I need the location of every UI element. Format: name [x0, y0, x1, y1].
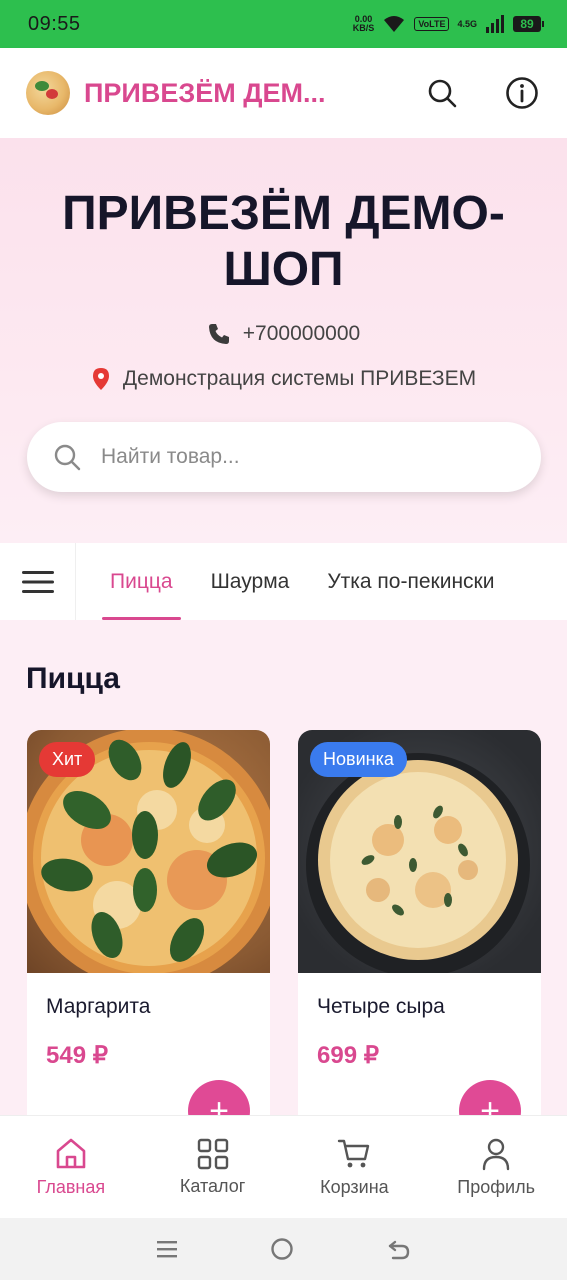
status-icons: 0.00 KB/S VoLTE 4.5G 89	[352, 14, 544, 34]
bottom-nav: Главная Каталог Корзина Профиль	[0, 1115, 567, 1218]
app-title[interactable]: ПРИВЕЗЁМ ДЕМ...	[84, 78, 374, 109]
network-type: 4.5G	[457, 18, 477, 29]
shop-logo[interactable]	[26, 71, 70, 115]
status-bar: 09:55 0.00 KB/S VoLTE 4.5G 89	[0, 0, 567, 48]
info-button[interactable]	[503, 74, 541, 112]
hamburger-icon	[21, 570, 54, 593]
shop-phone[interactable]: +700000000	[0, 322, 567, 346]
search-icon	[54, 444, 81, 471]
category-nav: Пицца Шаурма Утка по-пекински	[0, 543, 567, 620]
nav-cart[interactable]: Корзина	[284, 1116, 426, 1218]
nav-home-label: Главная	[36, 1176, 106, 1197]
tab-peking-duck[interactable]: Утка по-пекински	[319, 543, 502, 620]
hit-badge: Хит	[39, 742, 96, 777]
network-speed: 0.00 KB/S	[352, 14, 375, 33]
nav-profile[interactable]: Профиль	[425, 1116, 567, 1218]
section-title: Пицца	[26, 662, 120, 695]
wifi-icon	[384, 16, 405, 32]
shop-address: Демонстрация системы ПРИВЕЗЕМ	[0, 367, 567, 391]
product-name: Четыре сыра	[317, 995, 445, 1018]
status-time: 09:55	[28, 12, 81, 35]
product-price: 699 ₽	[317, 1042, 379, 1069]
product-card[interactable]: Новинка Четыре сыра 699 ₽ +	[298, 730, 541, 1130]
signal-icon	[486, 15, 504, 33]
back-icon[interactable]	[387, 1238, 411, 1260]
home-circle-icon[interactable]	[270, 1237, 294, 1261]
app-bar: ПРИВЕЗЁМ ДЕМ...	[0, 48, 567, 138]
cart-icon	[338, 1139, 370, 1167]
tab-shawarma[interactable]: Шаурма	[203, 543, 298, 620]
product-card[interactable]: Хит Маргарита 549 ₽ +	[27, 730, 270, 1130]
product-image: Хит	[27, 730, 270, 973]
nav-cart-label: Корзина	[320, 1176, 389, 1197]
shop-title: ПРИВЕЗЁМ ДЕМО-ШОП	[62, 187, 505, 296]
location-pin-icon	[92, 368, 109, 390]
phone-icon	[208, 324, 229, 344]
address-text: Демонстрация системы ПРИВЕЗЕМ	[122, 367, 477, 390]
phone-number: +700000000	[242, 322, 361, 345]
tab-pizza[interactable]: Пицца	[102, 543, 181, 620]
menu-button[interactable]	[0, 543, 76, 620]
category-tabs: Пицца Шаурма Утка по-пекински	[76, 543, 524, 620]
product-image: Новинка	[298, 730, 541, 973]
search-bar[interactable]	[27, 422, 541, 492]
info-icon	[506, 77, 538, 109]
grid-icon	[197, 1138, 228, 1169]
search-input[interactable]	[101, 445, 501, 469]
home-icon	[56, 1138, 86, 1168]
nav-catalog[interactable]: Каталог	[142, 1116, 284, 1218]
product-price: 549 ₽	[46, 1042, 108, 1069]
app-bar-actions	[423, 74, 541, 112]
product-name: Маргарита	[46, 995, 151, 1018]
search-button[interactable]	[423, 74, 461, 112]
system-nav-bar	[0, 1218, 567, 1280]
nav-catalog-label: Каталог	[179, 1175, 246, 1196]
search-icon	[428, 79, 457, 108]
user-icon	[482, 1138, 510, 1170]
new-badge: Новинка	[310, 742, 407, 777]
recent-apps-icon[interactable]	[156, 1238, 178, 1260]
battery-indicator: 89	[513, 16, 544, 32]
nav-home[interactable]: Главная	[0, 1116, 142, 1218]
volte-badge: VoLTE	[414, 17, 450, 31]
hero-section: ПРИВЕЗЁМ ДЕМО-ШОП +700000000 Демонстраци…	[0, 138, 567, 543]
nav-profile-label: Профиль	[457, 1176, 535, 1197]
